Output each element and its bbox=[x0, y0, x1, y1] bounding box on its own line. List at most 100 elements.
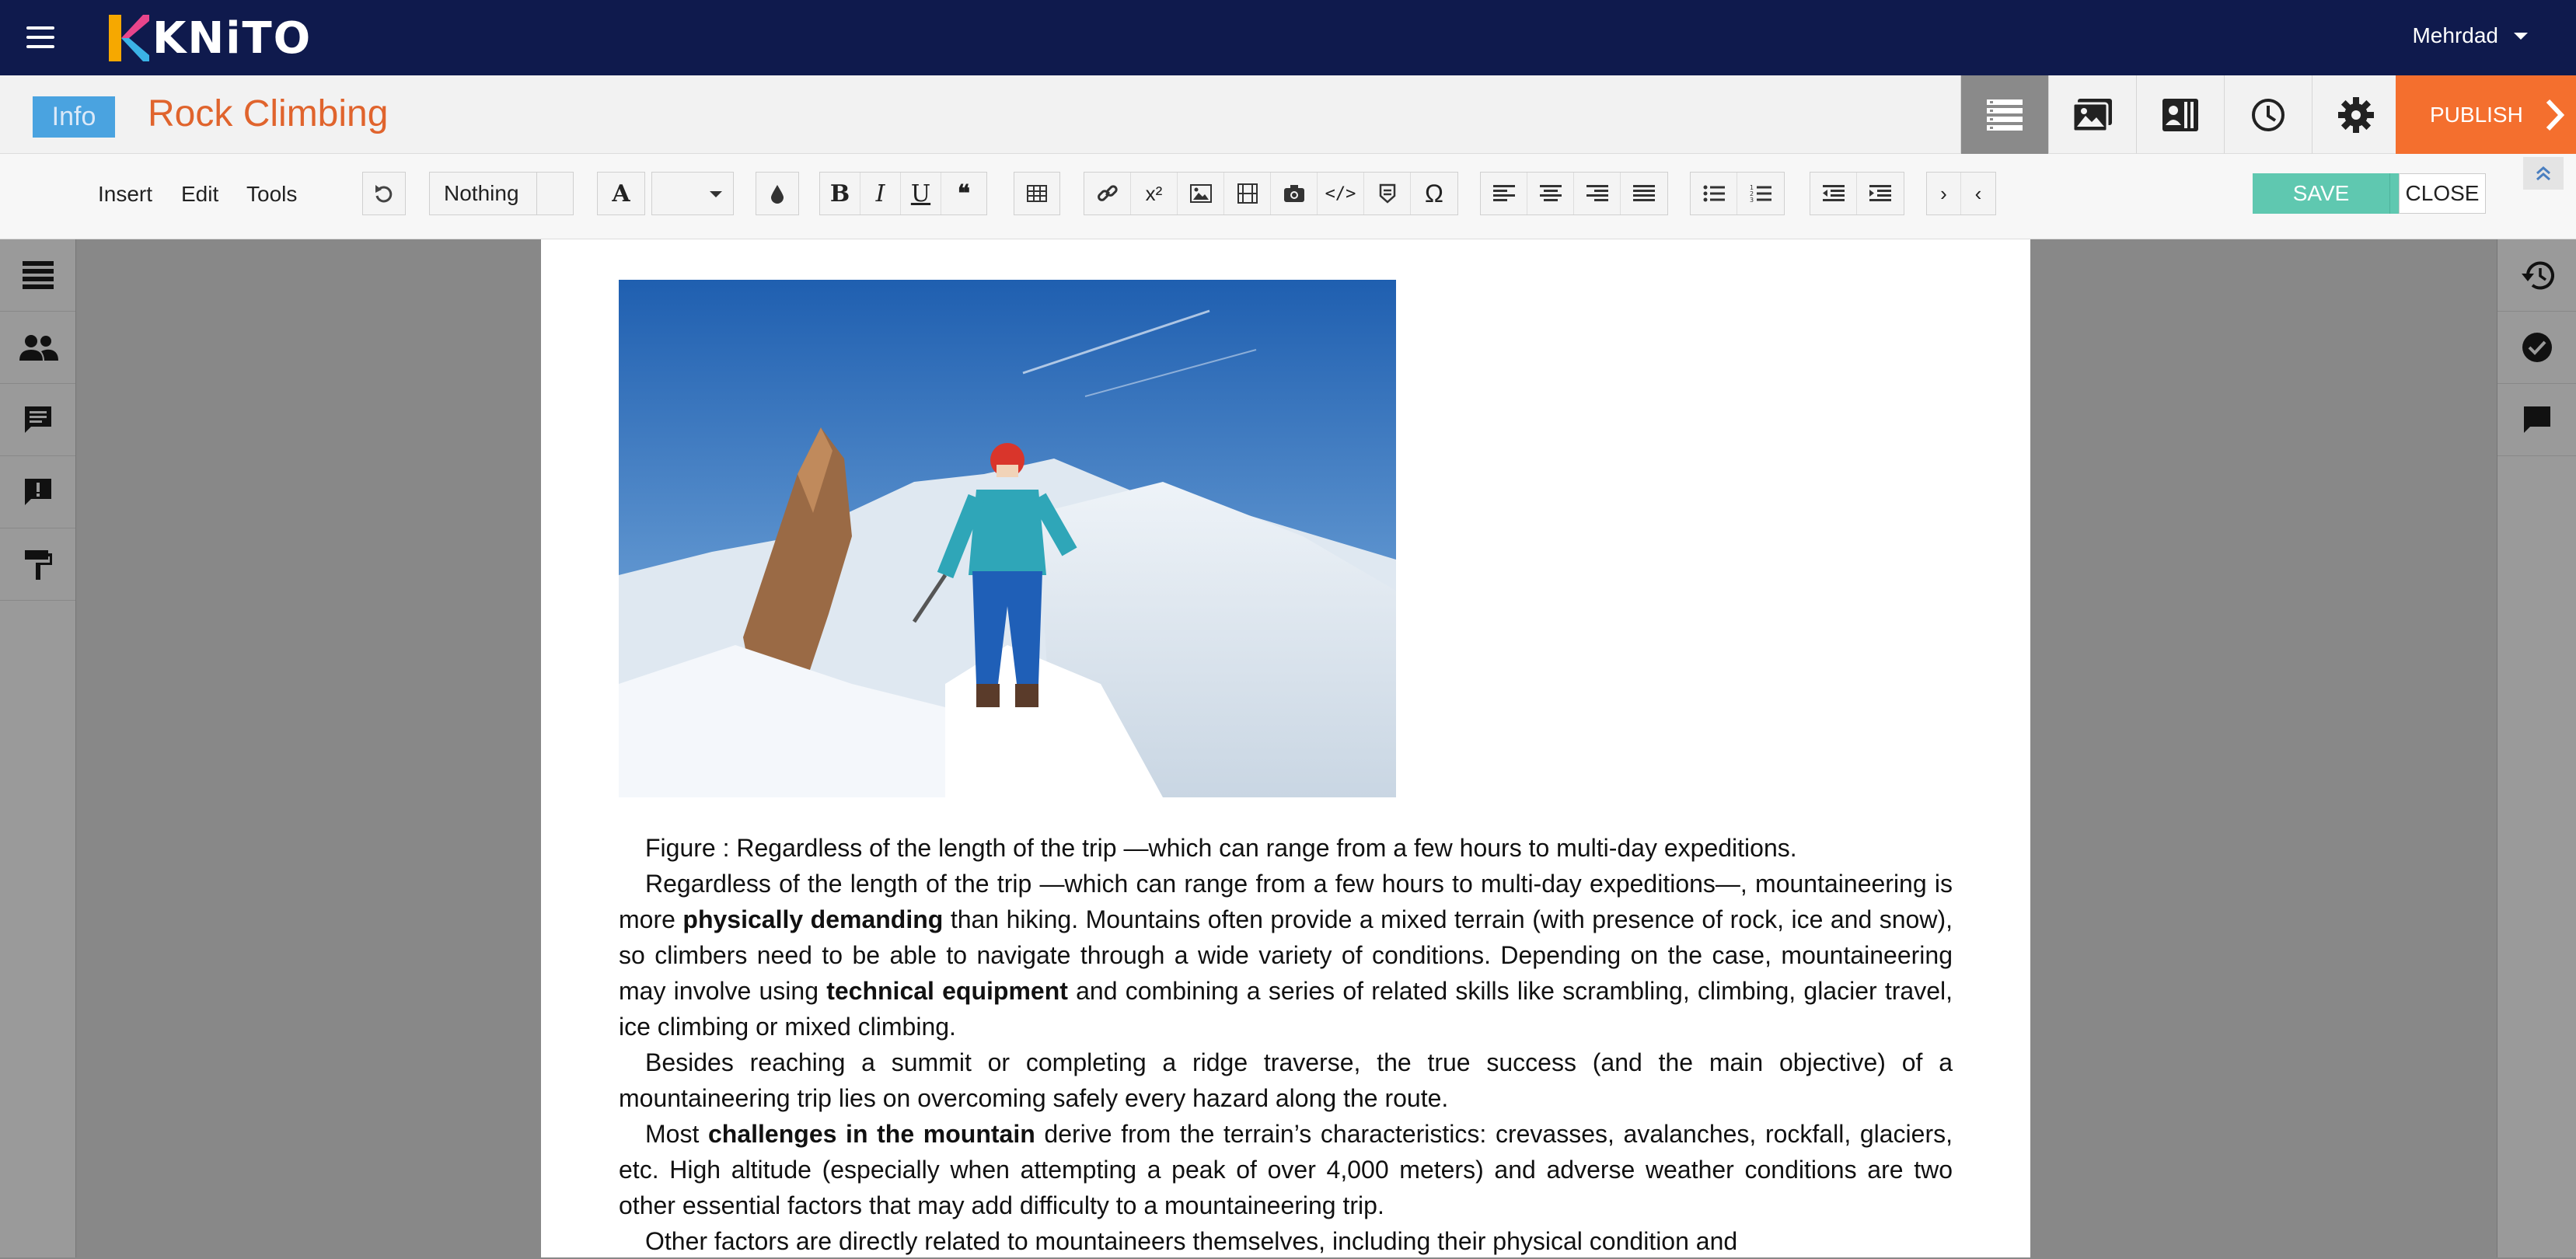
alerts-panel-button[interactable] bbox=[0, 456, 75, 528]
profile-view-button[interactable] bbox=[2136, 75, 2224, 154]
chevron-left-icon[interactable]: ‹ bbox=[1961, 173, 1995, 214]
font-icon: A bbox=[612, 180, 630, 208]
special-character-icon[interactable]: Ω bbox=[1411, 173, 1457, 214]
edit-menu[interactable]: Edit bbox=[181, 182, 218, 207]
info-button[interactable]: Info bbox=[33, 96, 115, 138]
table-icon bbox=[1027, 185, 1047, 202]
media-view-button[interactable] bbox=[2048, 75, 2136, 154]
collaborators-panel-button[interactable] bbox=[0, 312, 75, 384]
align-right-icon[interactable] bbox=[1574, 173, 1621, 214]
mountaineer-illustration bbox=[619, 280, 1396, 797]
video-icon[interactable] bbox=[1224, 173, 1271, 214]
camera-icon[interactable] bbox=[1271, 173, 1318, 214]
collapse-toolbar-button[interactable] bbox=[2523, 157, 2564, 190]
comment-icon bbox=[24, 406, 51, 433]
undo-button[interactable] bbox=[362, 172, 406, 215]
align-justify-icon[interactable] bbox=[1621, 173, 1667, 214]
insert-menu[interactable]: Insert bbox=[98, 182, 152, 207]
outline-panel-button[interactable] bbox=[0, 239, 75, 312]
svg-text:3: 3 bbox=[1750, 197, 1754, 203]
bold-text: challenges in the mountain bbox=[708, 1120, 1035, 1148]
indent-icon[interactable] bbox=[1857, 173, 1904, 214]
text-color-button[interactable] bbox=[756, 172, 799, 215]
chat-button[interactable] bbox=[2497, 384, 2576, 456]
align-left-icon[interactable] bbox=[1481, 173, 1527, 214]
text-run: Other factors are directly related to mo… bbox=[645, 1227, 1738, 1255]
check-circle-icon bbox=[2522, 333, 2552, 362]
save-button[interactable]: SAVE bbox=[2253, 173, 2389, 214]
mountaineer-photo[interactable] bbox=[619, 280, 1396, 797]
document-title: Rock Climbing bbox=[148, 93, 389, 134]
paragraph[interactable]: Besides reaching a summit or completing … bbox=[619, 1045, 1953, 1116]
view-switcher bbox=[1960, 75, 2400, 154]
top-navigation-bar: KNiTO Mehrdad bbox=[0, 0, 2576, 75]
bulleted-list-icon[interactable] bbox=[1691, 173, 1737, 214]
paragraph[interactable]: Regardless of the length of the trip —wh… bbox=[619, 866, 1953, 1045]
insert-group: x² </> Ω bbox=[1084, 172, 1458, 215]
settings-view-button[interactable] bbox=[2312, 75, 2400, 154]
list-icon bbox=[22, 261, 54, 289]
right-sidebar bbox=[2497, 239, 2576, 1257]
user-menu[interactable]: Mehrdad bbox=[2412, 23, 2528, 48]
bold-icon[interactable]: B bbox=[820, 173, 860, 214]
align-center-icon[interactable] bbox=[1527, 173, 1574, 214]
block-style-dropdown[interactable] bbox=[536, 172, 574, 215]
toolbar-scroll-group: › ‹ bbox=[1926, 172, 1996, 215]
alert-comment-icon bbox=[24, 479, 51, 505]
list-icon bbox=[1987, 99, 2023, 131]
logo-text: KNiTO bbox=[152, 12, 312, 64]
italic-icon[interactable]: I bbox=[860, 173, 901, 214]
superscript-icon[interactable]: x² bbox=[1131, 173, 1178, 214]
list-group: 123 bbox=[1690, 172, 1785, 215]
comments-panel-button[interactable] bbox=[0, 384, 75, 456]
paragraph[interactable]: Other factors are directly related to mo… bbox=[619, 1223, 1953, 1259]
table-button[interactable] bbox=[1014, 172, 1060, 215]
document-page[interactable]: Figure : Regardless of the length of the… bbox=[541, 239, 2030, 1257]
document-body[interactable]: Figure : Regardless of the length of the… bbox=[619, 830, 1953, 1259]
chevron-down-icon bbox=[710, 191, 722, 197]
tools-menu[interactable]: Tools bbox=[246, 182, 297, 207]
style-panel-button[interactable] bbox=[0, 528, 75, 601]
undo-icon bbox=[375, 185, 393, 203]
editor-toolbar: Insert Edit Tools Nothing A B I U ❝ x² <… bbox=[0, 154, 2576, 239]
underline-icon[interactable]: U bbox=[901, 173, 941, 214]
gear-icon bbox=[2338, 96, 2374, 133]
images-icon bbox=[2073, 98, 2112, 131]
font-size-select[interactable] bbox=[651, 172, 734, 215]
publish-label: PUBLISH bbox=[2430, 102, 2523, 127]
history-view-button[interactable] bbox=[2224, 75, 2312, 154]
numbered-list-icon[interactable]: 123 bbox=[1737, 173, 1784, 214]
color-drop-icon bbox=[771, 185, 784, 204]
hamburger-menu-icon[interactable] bbox=[26, 26, 54, 48]
link-icon[interactable] bbox=[1084, 173, 1131, 214]
figure-caption[interactable]: Figure : Regardless of the length of the… bbox=[619, 830, 1953, 866]
blockquote-icon[interactable]: ❝ bbox=[941, 173, 986, 214]
knito-logo[interactable]: KNiTO bbox=[109, 11, 312, 65]
outdent-icon[interactable] bbox=[1810, 173, 1857, 214]
indent-group bbox=[1810, 172, 1904, 215]
publish-button[interactable]: PUBLISH bbox=[2396, 75, 2576, 154]
align-group bbox=[1480, 172, 1668, 215]
people-icon bbox=[19, 335, 58, 361]
block-style-value: Nothing bbox=[444, 181, 519, 205]
user-name: Mehrdad bbox=[2412, 23, 2498, 47]
left-sidebar bbox=[0, 239, 76, 1257]
content-view-button[interactable] bbox=[1960, 75, 2048, 154]
text-run: Most bbox=[645, 1120, 708, 1148]
bold-text: physically demanding bbox=[682, 905, 944, 933]
font-button[interactable]: A bbox=[597, 172, 645, 215]
text-run: Besides reaching a summit or completing … bbox=[619, 1048, 1953, 1112]
revision-history-button[interactable] bbox=[2497, 239, 2576, 312]
image-icon[interactable] bbox=[1178, 173, 1224, 214]
paragraph[interactable]: Most challenges in the mountain derive f… bbox=[619, 1116, 1953, 1223]
approval-button[interactable] bbox=[2497, 312, 2576, 384]
badge-icon[interactable] bbox=[1364, 173, 1411, 214]
paint-roller-icon bbox=[24, 550, 52, 580]
history-icon bbox=[2521, 261, 2554, 290]
chat-icon bbox=[2523, 406, 2550, 433]
clock-icon bbox=[2252, 98, 2285, 131]
text-run: Figure : Regardless of the length of the… bbox=[645, 834, 1797, 862]
close-button[interactable]: CLOSE bbox=[2399, 173, 2486, 214]
code-icon[interactable]: </> bbox=[1318, 173, 1364, 214]
chevron-right-icon[interactable]: › bbox=[1927, 173, 1961, 214]
